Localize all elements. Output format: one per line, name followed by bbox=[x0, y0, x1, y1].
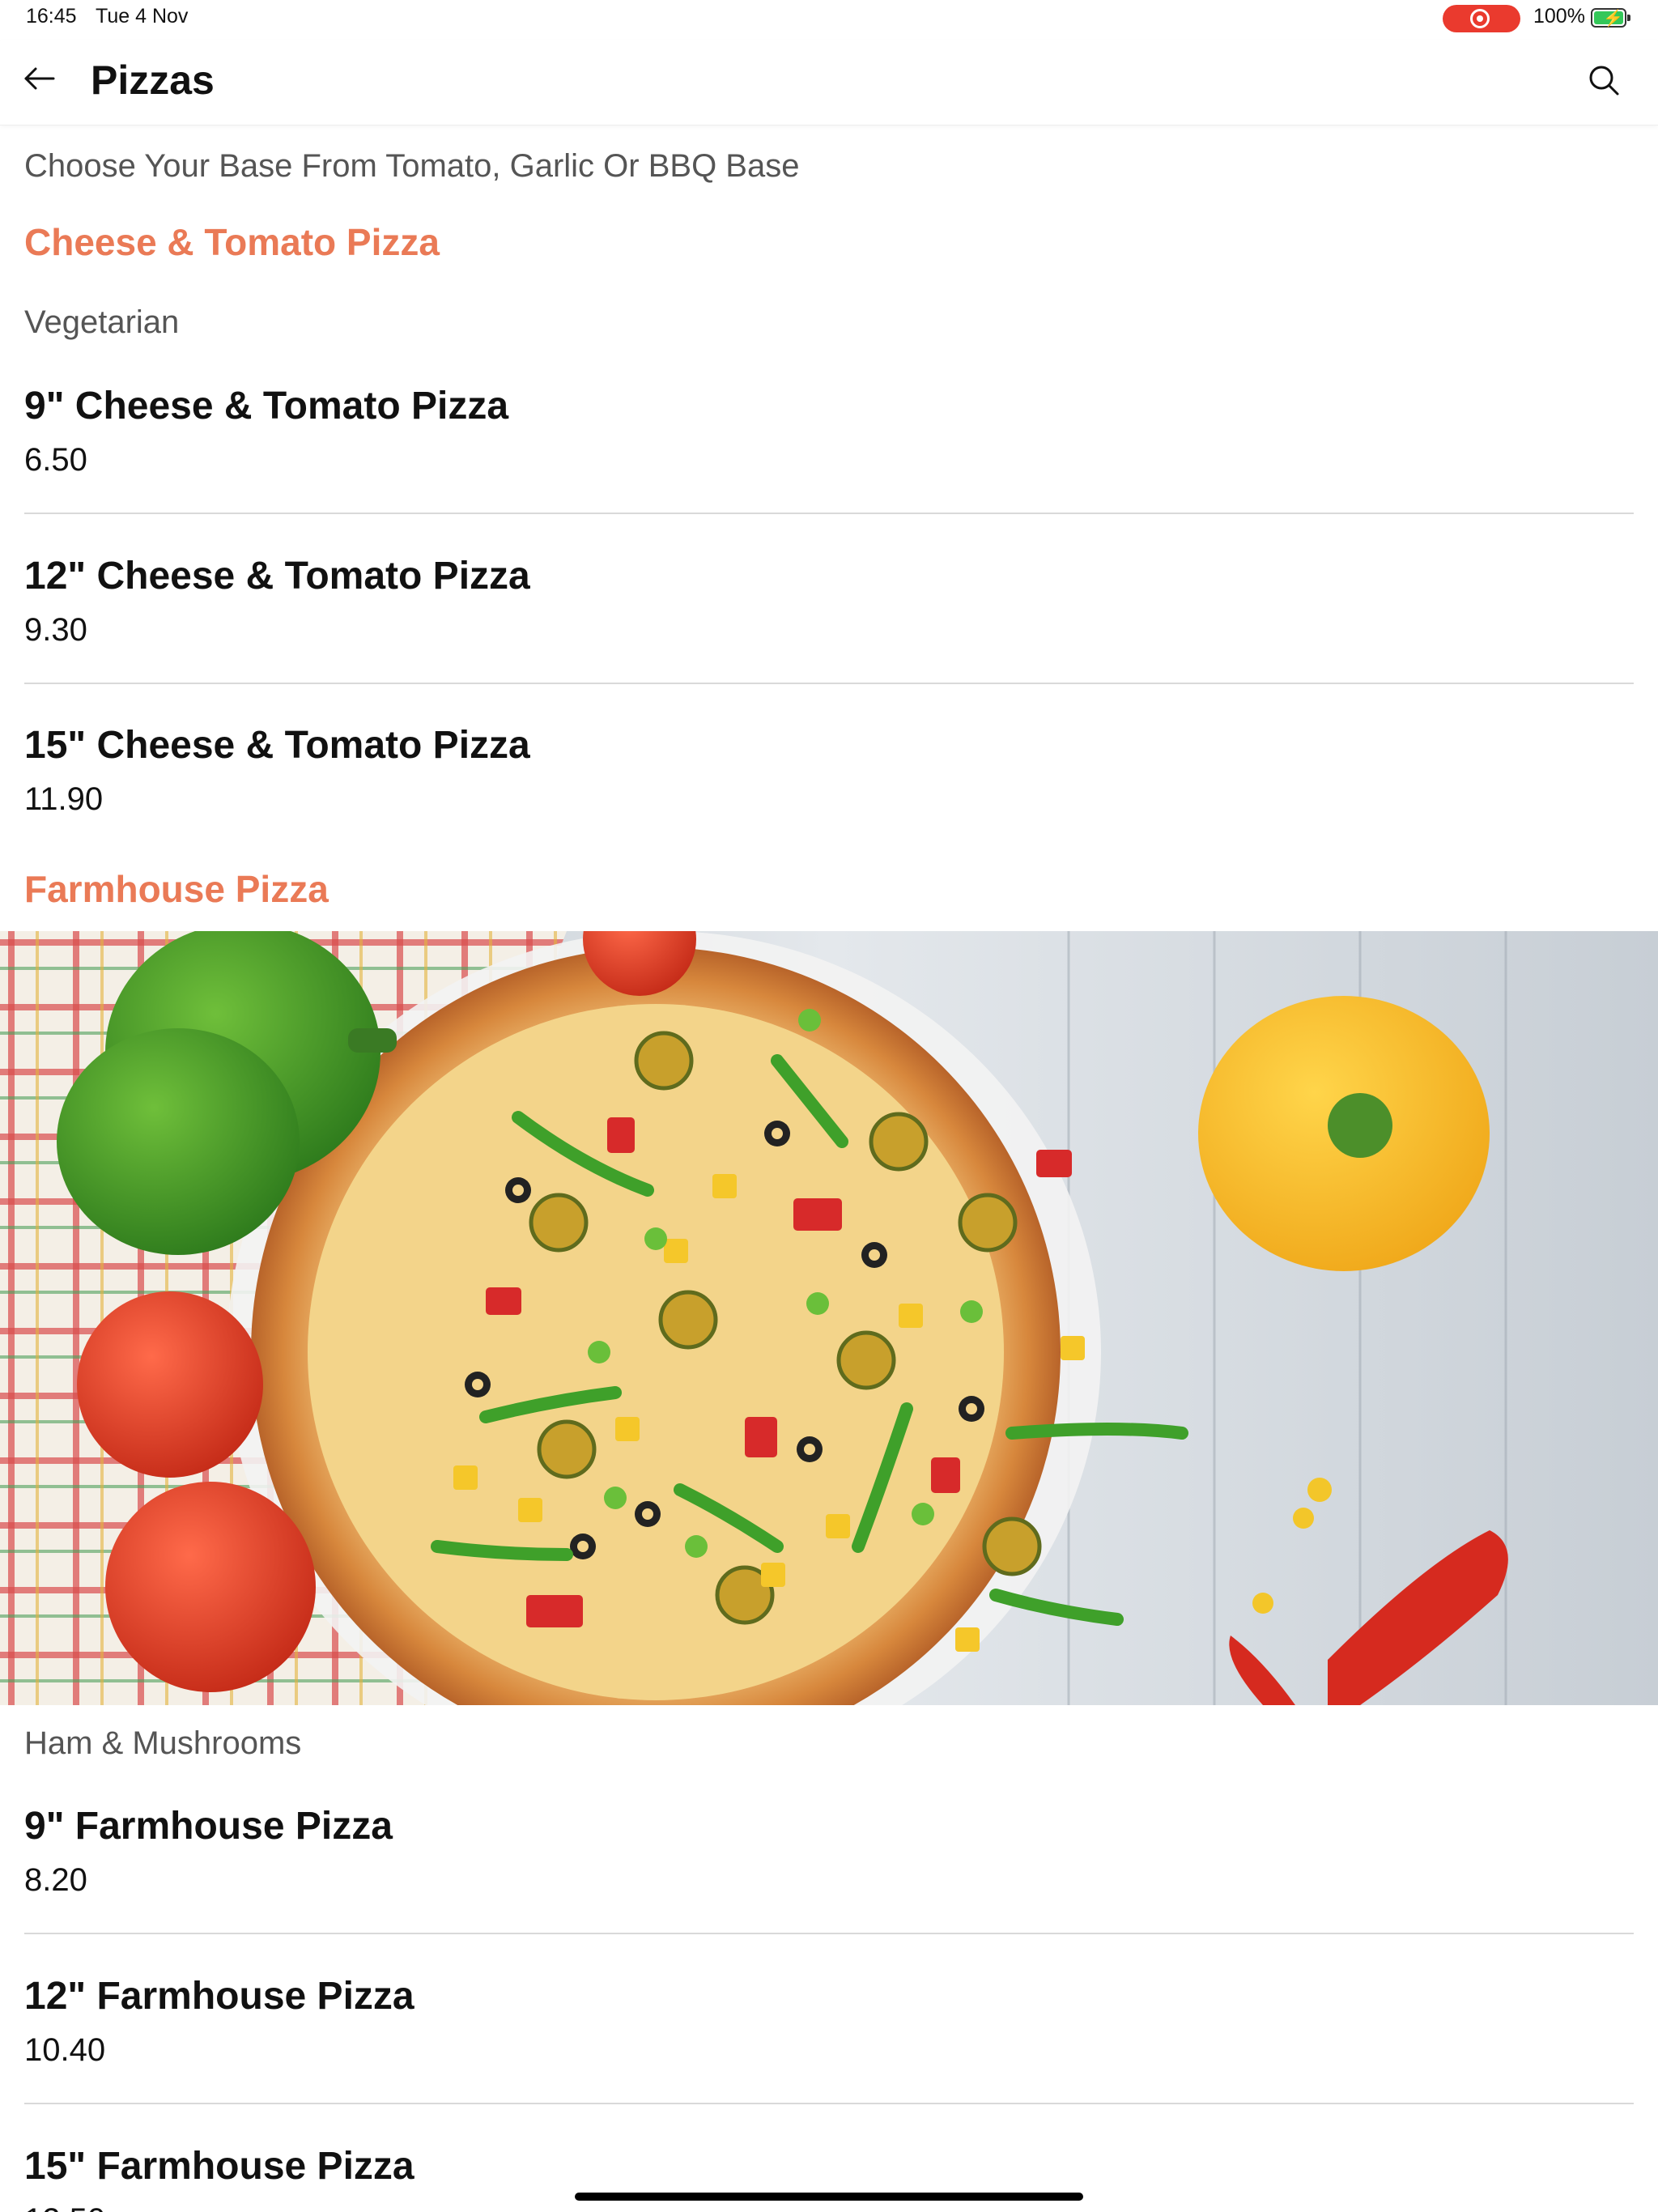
item-name: 15" Cheese & Tomato Pizza bbox=[24, 724, 530, 767]
item-name: 9" Cheese & Tomato Pizza bbox=[24, 385, 509, 428]
status-date: Tue 4 Nov bbox=[96, 5, 189, 28]
search-icon[interactable] bbox=[1585, 62, 1622, 99]
item-price: 11.90 bbox=[24, 781, 104, 817]
divider bbox=[24, 683, 1634, 684]
category-description: Choose Your Base From Tomato, Garlic Or … bbox=[24, 148, 800, 184]
item-name: 9" Farmhouse Pizza bbox=[24, 1805, 393, 1848]
section-title: Cheese & Tomato Pizza bbox=[24, 221, 440, 263]
menu-item[interactable]: 12" Farmhouse Pizza 10.40 bbox=[24, 1974, 1634, 2144]
divider bbox=[24, 513, 1634, 514]
nav-bar: Pizzas bbox=[0, 40, 1658, 125]
divider bbox=[24, 1933, 1634, 1934]
item-price: 6.50 bbox=[24, 442, 87, 478]
menu-item[interactable]: 12" Cheese & Tomato Pizza 9.30 bbox=[24, 554, 1634, 724]
status-bar: 16:45 Tue 4 Nov 100% ⚡ bbox=[0, 0, 1658, 39]
battery-percentage: 100% bbox=[1533, 5, 1585, 28]
charging-bolt-icon: ⚡ bbox=[1603, 10, 1623, 28]
section-title: Farmhouse Pizza bbox=[24, 868, 329, 910]
item-price: 8.20 bbox=[24, 1862, 87, 1898]
section-description: Vegetarian bbox=[24, 304, 180, 340]
item-price: 12.50 bbox=[24, 2202, 105, 2212]
item-price: 9.30 bbox=[24, 612, 87, 648]
home-indicator[interactable] bbox=[575, 2193, 1083, 2201]
divider bbox=[24, 2103, 1634, 2104]
arrow-left-icon[interactable] bbox=[21, 60, 58, 97]
section-description: Ham & Mushrooms bbox=[24, 1725, 302, 1761]
item-price: 10.40 bbox=[24, 2032, 106, 2068]
item-name: 12" Farmhouse Pizza bbox=[24, 1975, 414, 2018]
record-icon bbox=[1470, 9, 1490, 28]
menu-item[interactable]: 9" Cheese & Tomato Pizza 6.50 bbox=[24, 384, 1634, 554]
screen-recording-indicator[interactable] bbox=[1443, 5, 1520, 32]
item-name: 15" Farmhouse Pizza bbox=[24, 2145, 414, 2188]
page-title: Pizzas bbox=[91, 57, 215, 103]
item-name: 12" Cheese & Tomato Pizza bbox=[24, 555, 530, 598]
pizza-photo bbox=[0, 931, 1658, 1705]
menu-item[interactable]: 15" Farmhouse Pizza 12.50 bbox=[24, 2144, 1634, 2212]
status-time: 16:45 bbox=[26, 5, 77, 28]
menu-item[interactable]: 9" Farmhouse Pizza 8.20 bbox=[24, 1804, 1634, 1974]
